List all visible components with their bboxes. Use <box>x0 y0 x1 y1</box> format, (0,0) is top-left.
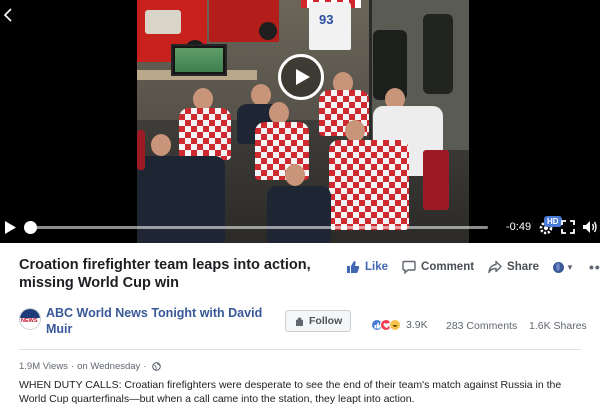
globe-icon <box>152 362 162 371</box>
viewer-head <box>269 102 289 124</box>
post-time[interactable]: on Wednesday <box>77 361 140 372</box>
divider <box>19 349 581 350</box>
chair <box>137 130 145 170</box>
follow-icon <box>296 316 303 326</box>
comment-icon <box>402 260 416 274</box>
haha-reaction-icon <box>389 319 401 331</box>
meta-separator: · <box>143 361 147 372</box>
like-icon <box>347 261 360 273</box>
video-player[interactable]: 93 -0:49 HD <box>0 0 600 243</box>
jersey-number: 93 <box>319 12 334 27</box>
chair <box>423 150 449 210</box>
post-description: WHEN DUTY CALLS: Croatian firefighters w… <box>19 379 562 405</box>
shares-count[interactable]: 1.6K Shares <box>529 320 587 332</box>
video-title: Croation firefighter team leaps into act… <box>19 257 311 291</box>
fire-truck-rear <box>209 0 279 42</box>
audience-selector[interactable]: ▼ <box>553 261 574 273</box>
post-meta: 1.9M Views · on Wednesday · <box>19 361 162 372</box>
share-label: Share <box>507 261 540 273</box>
firefighter-gear <box>423 14 453 94</box>
volume-icon[interactable] <box>582 219 598 235</box>
chevron-down-icon: ▼ <box>566 262 574 272</box>
avatar-text: NEWS <box>21 318 38 324</box>
share-icon <box>488 260 502 274</box>
like-button[interactable]: Like <box>346 260 388 274</box>
comment-label: Comment <box>421 261 475 273</box>
post-actions: Like Comment Share ▼ ••• <box>346 258 600 276</box>
reaction-count: 3.9K <box>406 319 428 331</box>
page-avatar[interactable]: NEWS <box>19 308 41 330</box>
play-icon[interactable] <box>4 221 17 234</box>
like-label: Like <box>365 261 389 273</box>
meta-separator: · <box>70 361 75 372</box>
video-frame: 93 <box>137 0 469 243</box>
more-icon[interactable]: ••• <box>589 259 600 275</box>
page-name-link[interactable]: ABC World News Tonight with David Muir <box>46 305 268 337</box>
back-chevron-icon[interactable] <box>2 8 14 22</box>
viewer-head <box>193 88 213 110</box>
time-remaining: -0:49 <box>506 221 532 233</box>
follow-button[interactable]: Follow <box>285 310 352 332</box>
globe-icon <box>553 261 565 273</box>
comment-button[interactable]: Comment <box>402 260 474 274</box>
viewer-head <box>251 84 271 106</box>
progress-bar[interactable] <box>27 226 488 229</box>
play-button[interactable] <box>278 54 324 100</box>
progress-handle[interactable] <box>24 221 37 234</box>
fullscreen-icon[interactable] <box>561 220 575 234</box>
hd-badge: HD <box>544 216 562 227</box>
viewer-head <box>151 134 171 156</box>
viewer-head <box>345 120 365 142</box>
share-button[interactable]: Share <box>488 260 539 274</box>
follow-label: Follow <box>309 315 343 327</box>
viewer-head <box>285 164 305 186</box>
video-controls: -0:49 HD <box>0 212 600 243</box>
television <box>171 44 227 76</box>
comments-count[interactable]: 283 Comments <box>446 320 517 332</box>
hanging-jersey: 93 <box>309 2 351 50</box>
reaction-summary[interactable]: 3.9K <box>371 319 428 331</box>
view-count: 1.9M Views <box>19 361 68 372</box>
play-icon <box>296 69 310 85</box>
viewer-jersey <box>179 108 231 160</box>
